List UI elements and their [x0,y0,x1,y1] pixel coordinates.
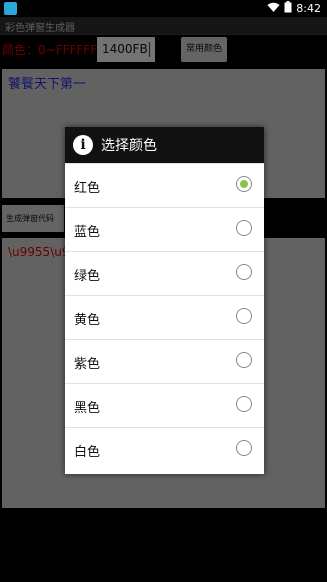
radio-button[interactable] [236,352,252,368]
info-icon: i [73,135,93,155]
option-label: 紫色 [74,357,101,372]
option-red[interactable]: 红色 [65,163,264,207]
option-label: 白色 [74,445,101,460]
option-green[interactable]: 绿色 [65,251,264,295]
option-white[interactable]: 白色 [65,427,264,471]
radio-button[interactable] [236,308,252,324]
dialog-header: i 选择颜色 [65,127,264,163]
radio-button[interactable] [236,220,252,236]
radio-button-selected[interactable] [236,176,252,192]
wifi-icon [267,2,280,16]
option-yellow[interactable]: 黄色 [65,295,264,339]
option-label: 蓝色 [74,225,101,240]
radio-button[interactable] [236,440,252,456]
option-label: 绿色 [74,269,101,284]
status-bar: 8:42 [0,0,327,17]
clock: 8:42 [296,2,321,15]
option-purple[interactable]: 紫色 [65,339,264,383]
battery-icon [284,1,292,16]
status-icons: 8:42 [267,1,321,16]
color-picker-dialog: i 选择颜色 红色 蓝色 绿色 黄色 紫色 黑色 白色 [65,127,264,474]
option-black[interactable]: 黑色 [65,383,264,427]
option-label: 红色 [74,181,101,196]
app-icon [4,2,17,15]
radio-button[interactable] [236,396,252,412]
option-blue[interactable]: 蓝色 [65,207,264,251]
option-label: 黄色 [74,313,101,328]
radio-button[interactable] [236,264,252,280]
option-label: 黑色 [74,401,101,416]
dialog-title: 选择颜色 [101,138,157,154]
